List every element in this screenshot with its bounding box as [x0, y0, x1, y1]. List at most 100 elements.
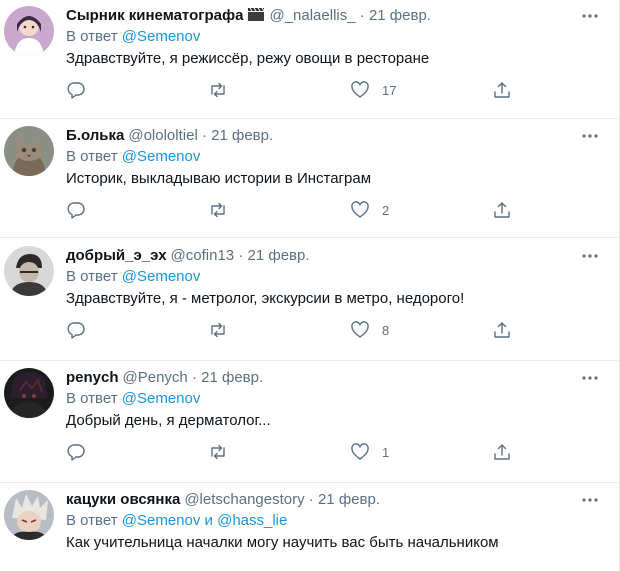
avatar[interactable] [4, 368, 54, 418]
like-button[interactable]: 2 [350, 200, 389, 220]
reply-prefix: В ответ [66, 268, 118, 285]
reply-context: В ответ @Semenov [66, 27, 200, 47]
like-button[interactable]: 1 [350, 442, 389, 462]
share-icon [492, 442, 512, 462]
avatar[interactable] [4, 246, 54, 296]
clapper-board-icon [247, 7, 265, 22]
tweet-text: Здравствуйте, я режиссёр, режу овощи в р… [66, 50, 430, 67]
heart-icon [350, 320, 370, 340]
reply-icon [66, 200, 86, 220]
share-button[interactable] [492, 442, 512, 462]
tweet-actions: 8 [66, 320, 526, 340]
like-button[interactable]: 8 [350, 320, 389, 340]
tweet-feed: Сырник кинематографа @_nalaellis_ · 21 фе… [0, 0, 620, 571]
mention-link[interactable]: @Semenov [122, 268, 201, 285]
more-options-icon[interactable] [578, 492, 602, 508]
tweet[interactable]: добрый_э_эх @cofin13 · 21 февр. В ответ @… [0, 240, 618, 361]
reply-icon [66, 80, 86, 100]
separator-dot: · [308, 491, 314, 508]
reply-button[interactable] [66, 442, 86, 462]
tweet-date[interactable]: 21 февр. [201, 369, 263, 386]
share-button[interactable] [492, 200, 512, 220]
mention-link[interactable]: @Semenov [122, 148, 201, 165]
tweet-actions: 17 [66, 80, 526, 100]
reply-button[interactable] [66, 200, 86, 220]
user-handle[interactable]: @olololtiel [128, 127, 197, 144]
reply-prefix: В ответ [66, 28, 118, 45]
reply-prefix: В ответ [66, 148, 118, 165]
more-options-icon[interactable] [578, 370, 602, 386]
user-handle[interactable]: @letschangestory [184, 491, 304, 508]
tweet-header: кацуки овсянка @letschangestory · 21 февр… [66, 490, 380, 510]
share-button[interactable] [492, 320, 512, 340]
user-handle[interactable]: @_nalaellis_ [269, 7, 355, 24]
mention-link[interactable]: @Semenov [122, 512, 201, 529]
tweet-text: Добрый день, я дерматолог... [66, 412, 271, 429]
retweet-icon [208, 200, 228, 220]
tweet-date[interactable]: 21 февр. [318, 491, 380, 508]
retweet-icon [208, 442, 228, 462]
retweet-icon [208, 320, 228, 340]
reply-prefix: В ответ [66, 512, 118, 529]
tweet-date[interactable]: 21 февр. [248, 247, 310, 264]
heart-icon [350, 442, 370, 462]
tweet-header: Сырник кинематографа @_nalaellis_ · 21 фе… [66, 6, 431, 26]
reply-prefix: В ответ [66, 390, 118, 407]
reply-and-word: и [204, 512, 213, 529]
tweet[interactable]: Сырник кинематографа @_nalaellis_ · 21 фе… [0, 0, 618, 119]
tweet[interactable]: Б.олька @olololtiel · 21 февр. В ответ @S… [0, 120, 618, 238]
separator-dot: · [238, 247, 244, 264]
reply-icon [66, 442, 86, 462]
display-name[interactable]: penych [66, 369, 119, 386]
retweet-button[interactable] [208, 200, 228, 220]
tweet-header: Б.олька @olololtiel · 21 февр. [66, 126, 273, 146]
tweet-text: Историк, выкладываю истории в Инстаграм [66, 170, 372, 187]
display-name[interactable]: Сырник кинематографа [66, 7, 243, 24]
heart-icon [350, 200, 370, 220]
reply-button[interactable] [66, 80, 86, 100]
like-count: 8 [382, 322, 390, 338]
reply-button[interactable] [66, 320, 86, 340]
reply-context: В ответ @Semenov [66, 147, 200, 167]
mention-link[interactable]: @Semenov [122, 390, 201, 407]
retweet-button[interactable] [208, 442, 228, 462]
reply-icon [66, 320, 86, 340]
more-options-icon[interactable] [578, 8, 602, 24]
display-name[interactable]: Б.олька [66, 127, 124, 144]
reply-context: В ответ @Semenov [66, 267, 200, 287]
heart-icon [350, 80, 370, 100]
mention-link[interactable]: @Semenov [122, 28, 201, 45]
separator-dot: · [359, 7, 365, 24]
display-name[interactable]: кацуки овсянка [66, 491, 180, 508]
tweet-actions: 1 [66, 442, 526, 462]
share-icon [492, 80, 512, 100]
share-icon [492, 200, 512, 220]
tweet-date[interactable]: 21 февр. [369, 7, 431, 24]
tweet-header: добрый_э_эх @cofin13 · 21 февр. [66, 246, 310, 266]
avatar[interactable] [4, 490, 54, 540]
tweet[interactable]: кацуки овсянка @letschangestory · 21 февр… [0, 484, 618, 571]
more-options-icon[interactable] [578, 248, 602, 264]
like-count: 17 [382, 82, 397, 98]
retweet-button[interactable] [208, 80, 228, 100]
tweet-text: Как учительница началки могу научить вас… [66, 534, 499, 551]
mention-link[interactable]: @hass_lie [217, 512, 287, 529]
share-button[interactable] [492, 80, 512, 100]
separator-dot: · [191, 369, 197, 386]
user-handle[interactable]: @cofin13 [171, 247, 235, 264]
separator-dot: · [201, 127, 207, 144]
more-options-icon[interactable] [578, 128, 602, 144]
user-handle[interactable]: @Penych [123, 369, 188, 386]
tweet-actions: 2 [66, 200, 526, 220]
display-name[interactable]: добрый_э_эх [66, 247, 167, 264]
retweet-icon [208, 80, 228, 100]
avatar[interactable] [4, 126, 54, 176]
avatar[interactable] [4, 6, 54, 56]
like-button[interactable]: 17 [350, 80, 396, 100]
share-icon [492, 320, 512, 340]
tweet[interactable]: penych @Penych · 21 февр. В ответ @Semeno… [0, 362, 618, 483]
tweet-header: penych @Penych · 21 февр. [66, 368, 263, 388]
tweet-date[interactable]: 21 февр. [211, 127, 273, 144]
reply-context: В ответ @Semenov и @hass_lie [66, 511, 287, 531]
retweet-button[interactable] [208, 320, 228, 340]
